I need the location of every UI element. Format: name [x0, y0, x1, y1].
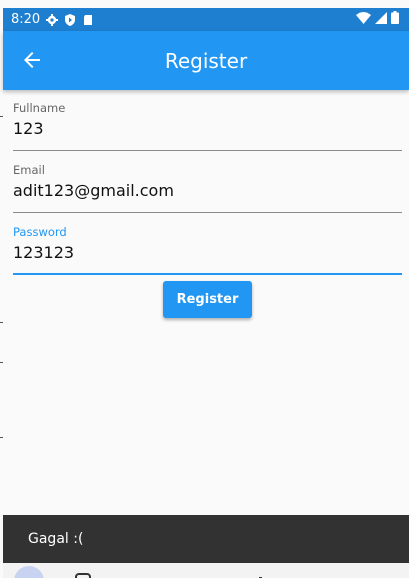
email-input[interactable]: adit123@gmail.com [13, 181, 402, 200]
edge-tick [0, 322, 3, 323]
password-field[interactable]: Password 123123 [13, 225, 402, 276]
nav-divider [295, 572, 297, 578]
signal-icon [375, 11, 387, 28]
edge-tick [0, 437, 3, 438]
email-label: Email [13, 163, 45, 177]
snackbar: Gagal :( [3, 515, 409, 563]
wifi-icon [356, 11, 371, 28]
edge-tick [0, 362, 3, 363]
play-protect-icon [64, 13, 76, 26]
page-title: Register [164, 48, 248, 73]
app-bar: Register [3, 31, 409, 90]
status-right-icons [356, 11, 399, 28]
assistant-icon[interactable] [14, 566, 44, 578]
battery-icon [391, 11, 399, 28]
status-time: 8:20 [11, 12, 41, 27]
email-underline [13, 212, 402, 213]
register-button[interactable]: Register [163, 281, 252, 318]
email-field[interactable]: Email adit123@gmail.com [13, 163, 402, 214]
fullname-field[interactable]: Fullname 123 [13, 101, 402, 152]
snackbar-message: Gagal :( [28, 531, 84, 547]
password-underline [13, 273, 402, 275]
fullname-label: Fullname [13, 101, 66, 115]
password-label: Password [13, 225, 67, 239]
navigation-bar [3, 563, 409, 578]
settings-icon [46, 13, 59, 26]
fullname-underline [13, 150, 402, 151]
edge-tick [0, 116, 3, 117]
status-bar: 8:20 [3, 8, 409, 31]
more-icon[interactable] [388, 572, 394, 578]
password-input[interactable]: 123123 [13, 243, 402, 262]
recents-icon[interactable] [75, 573, 91, 578]
back-icon[interactable] [255, 572, 265, 578]
sd-card-icon [82, 14, 94, 26]
fullname-input[interactable]: 123 [13, 119, 402, 138]
home-icon[interactable] [190, 572, 206, 578]
